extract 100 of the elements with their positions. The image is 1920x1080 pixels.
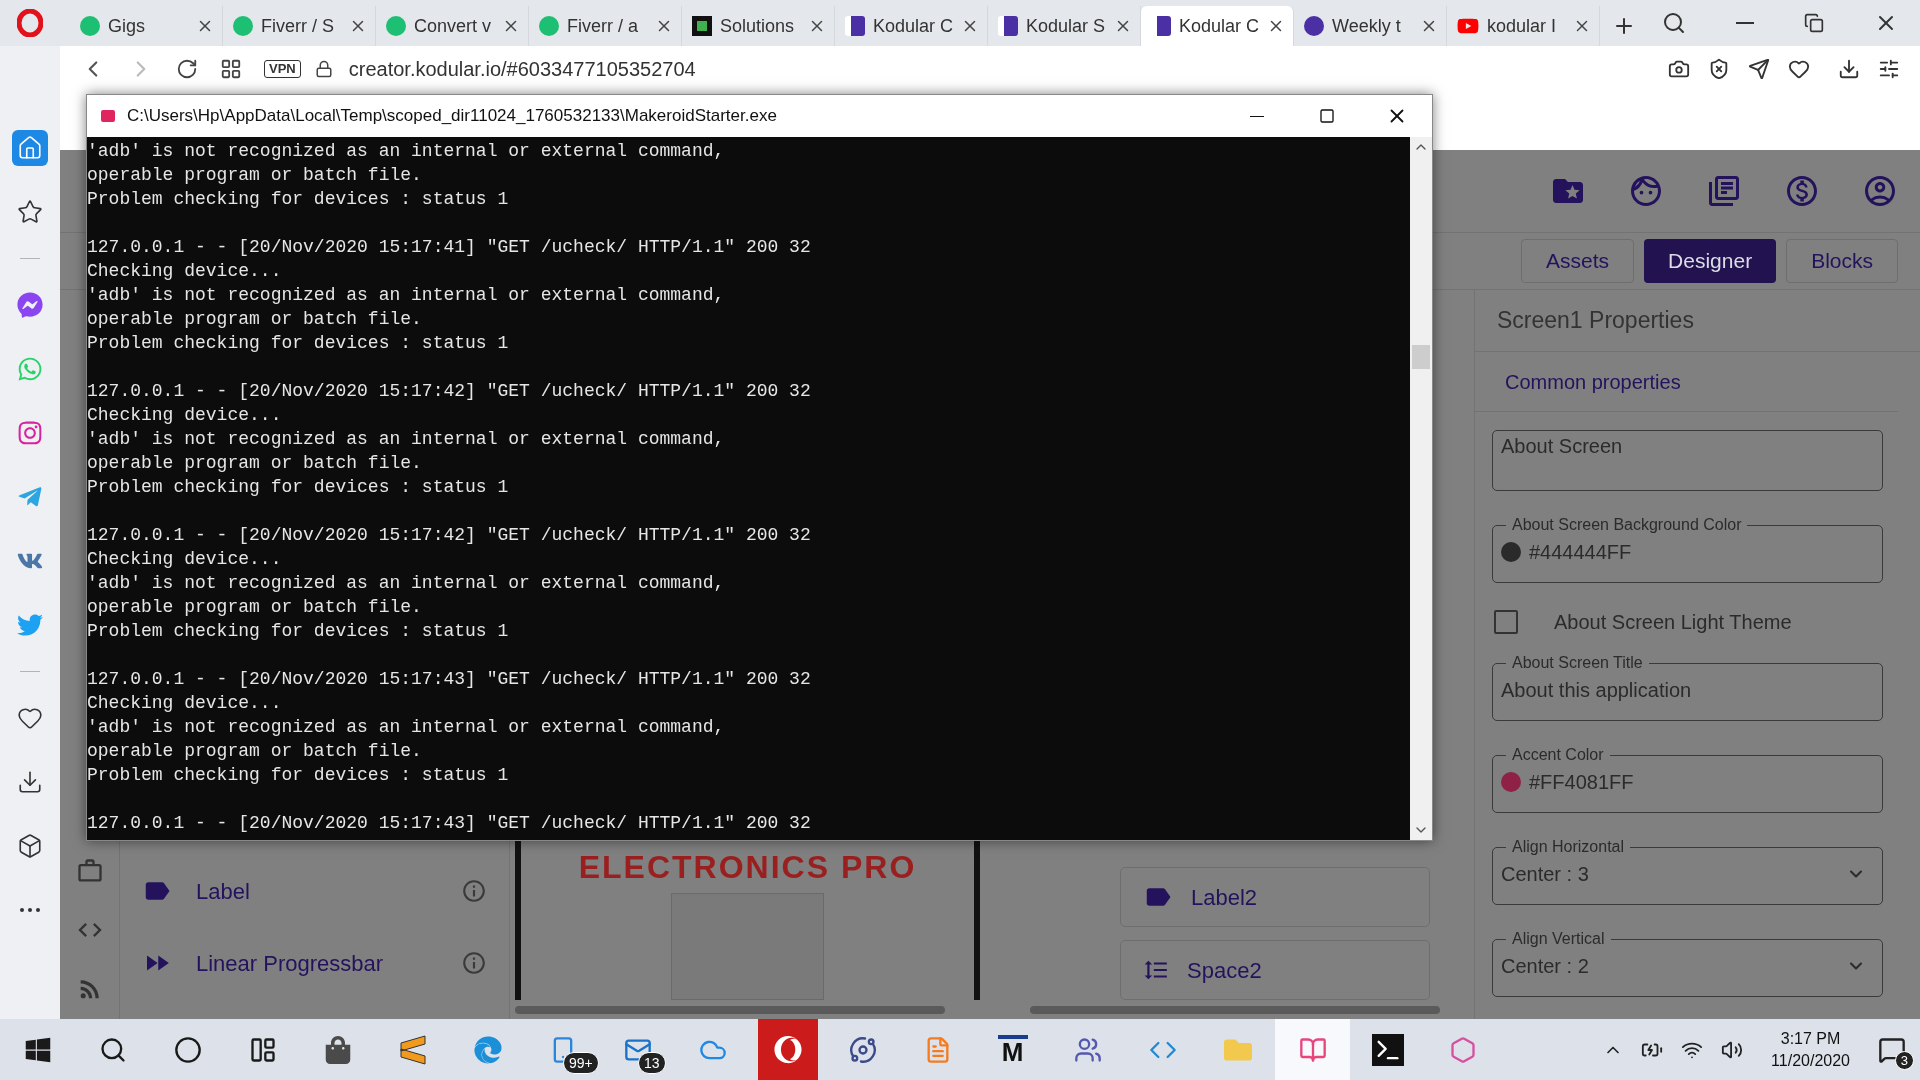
- download-icon: [17, 769, 43, 795]
- console-line: Checking device...: [87, 548, 283, 571]
- console-line: Problem checking for devices : status 1: [87, 332, 510, 355]
- console-line: 127.0.0.1 - - [20/Nov/2020 15:17:42] "GET /ucheck/ HTTP/1.1" 200 32: [87, 380, 812, 403]
- window-icon: [101, 110, 115, 122]
- favicon-icon: [539, 16, 559, 36]
- favicon-icon: [998, 16, 1018, 36]
- console-line: 127.0.0.1 - - [20/Nov/2020 15:17:43] "GET /ucheck/ HTTP/1.1" 200 32: [87, 812, 812, 835]
- bird-icon: [17, 612, 43, 638]
- palette-item[interactable]: Label: [120, 855, 509, 927]
- console-line: 127.0.0.1 - - [20/Nov/2020 15:17:43] "GET /ucheck/ HTTP/1.1" 200 32: [87, 668, 812, 691]
- search-icon: [98, 1035, 127, 1064]
- view-tab[interactable]: Assets: [1521, 239, 1635, 283]
- box-icon: [17, 833, 43, 859]
- console-line: Checking device...: [87, 404, 283, 427]
- reload-icon[interactable]: [176, 58, 198, 80]
- shopping-bag-icon: [323, 1035, 352, 1064]
- vertical-scrollbar[interactable]: [1410, 137, 1432, 840]
- count-badge: 3: [1894, 1050, 1914, 1070]
- send-icon[interactable]: [1748, 58, 1770, 80]
- view-tab[interactable]: Blocks: [1786, 239, 1898, 283]
- count-badge: 99+: [563, 1052, 599, 1074]
- dollar-icon[interactable]: [1784, 173, 1820, 209]
- component-item[interactable]: Space2: [1120, 940, 1430, 1000]
- task-view-icon: [248, 1035, 277, 1064]
- browser-logo-icon: [17, 9, 43, 37]
- account-icon[interactable]: [1862, 173, 1898, 209]
- checkbox[interactable]: [1494, 610, 1518, 634]
- book-icon: [1298, 1035, 1327, 1064]
- star-icon: [17, 199, 43, 225]
- camera-icon[interactable]: [1668, 58, 1690, 80]
- clock-time[interactable]: 3:17 PM: [1780, 1027, 1841, 1050]
- circle-icon: [173, 1035, 202, 1064]
- hexagon-icon: [1448, 1035, 1477, 1064]
- taskbar-button[interactable]: 13: [600, 1019, 675, 1080]
- console-line: Problem checking for devices : status 1: [87, 620, 510, 643]
- color-value: #FF4081FF: [1529, 770, 1634, 795]
- info-icon[interactable]: [461, 878, 487, 904]
- restore-icon[interactable]: [1804, 13, 1824, 33]
- component-item[interactable]: Label2: [1120, 867, 1430, 927]
- console-line: 'adb' is not recognized as an internal or external command,: [87, 428, 726, 451]
- select-value: Center : 3: [1501, 862, 1589, 887]
- code-editor-icon: [399, 1034, 426, 1065]
- maximize-icon: [1319, 108, 1335, 124]
- console-line: 'adb' is not recognized as an internal or external command,: [87, 716, 726, 739]
- heart-icon: [17, 705, 43, 731]
- windows-icon: [23, 1035, 52, 1064]
- grid-icon[interactable]: [220, 58, 242, 80]
- favicon-icon: [80, 16, 100, 36]
- lock-icon: [314, 60, 333, 78]
- favicon-icon: [233, 16, 253, 36]
- taskbar-button[interactable]: 99+: [525, 1019, 600, 1080]
- minimize-icon: [1250, 115, 1264, 117]
- panel-title: Screen1 Properties: [1497, 306, 1694, 336]
- field-label: Align Vertical: [1511, 929, 1606, 949]
- view-tab[interactable]: Designer: [1644, 239, 1777, 283]
- vpn-badge[interactable]: VPN: [264, 60, 301, 78]
- browser-icon: [773, 1035, 802, 1064]
- shield-icon[interactable]: [1708, 58, 1730, 80]
- search-icon[interactable]: [1662, 11, 1686, 35]
- scrollbar-thumb[interactable]: [1412, 345, 1430, 369]
- heart-icon[interactable]: [1788, 58, 1810, 80]
- briefcase-icon[interactable]: [75, 857, 104, 885]
- favicon-icon: [692, 16, 712, 36]
- scrollbar[interactable]: [1030, 1005, 1440, 1014]
- address-field[interactable]: creator.kodular.io/#6033477105352704: [348, 54, 696, 84]
- download-icon[interactable]: [1838, 58, 1860, 80]
- field-label: About Screen Title: [1511, 653, 1644, 673]
- taskbar-button[interactable]: M: [975, 1019, 1050, 1080]
- info-icon[interactable]: [461, 950, 487, 976]
- scrollbar[interactable]: [515, 1005, 945, 1014]
- text-area[interactable]: About Screen: [1492, 430, 1883, 491]
- console-line: Problem checking for devices : status 1: [87, 764, 510, 787]
- browser-icon: [473, 1035, 502, 1064]
- select-value: Center : 2: [1501, 954, 1589, 979]
- console-line: 127.0.0.1 - - [20/Nov/2020 15:17:42] "GET /ucheck/ HTTP/1.1" 200 32: [87, 524, 812, 547]
- color-value: #444444FF: [1529, 540, 1632, 565]
- console-line: 127.0.0.1 - - [20/Nov/2020 15:17:41] "GET /ucheck/ HTTP/1.1" 200 32: [87, 236, 812, 259]
- browser-tab[interactable]: Kodular C: [1141, 6, 1294, 46]
- library-icon[interactable]: [1706, 173, 1742, 209]
- home-icon: [17, 135, 43, 161]
- settings-icon[interactable]: [1878, 58, 1900, 80]
- notification-icon[interactable]: [1878, 1035, 1906, 1064]
- console-line: operable program or batch file.: [87, 308, 423, 331]
- console-line: 'adb' is not recognized as an internal or external command,: [87, 140, 726, 163]
- section-link[interactable]: Common properties: [1505, 366, 1681, 397]
- phone-bubble-icon: [17, 356, 43, 382]
- console-line: 'adb' is not recognized as an internal or external command,: [87, 572, 726, 595]
- orbit-icon: [848, 1035, 877, 1064]
- clock-date[interactable]: 11/20/2020: [1771, 1049, 1850, 1072]
- camera-icon: [17, 420, 43, 446]
- field-label: Align Horizontal: [1511, 837, 1626, 857]
- window-title: C:\Users\Hp\AppData\Local\Temp\scoped_dir11024_1760532133\MakeroidStarter.exe: [127, 105, 777, 128]
- more-icon: [20, 908, 40, 912]
- favicon-icon: [845, 16, 865, 36]
- face-icon[interactable]: [1628, 173, 1664, 209]
- palette-item[interactable]: Linear Progressbar: [120, 927, 509, 999]
- console-line: 'adb' is not recognized as an internal or external command,: [87, 284, 726, 307]
- field-label: Accent Color: [1511, 745, 1605, 765]
- console-line: Problem checking for devices : status 1: [87, 476, 510, 499]
